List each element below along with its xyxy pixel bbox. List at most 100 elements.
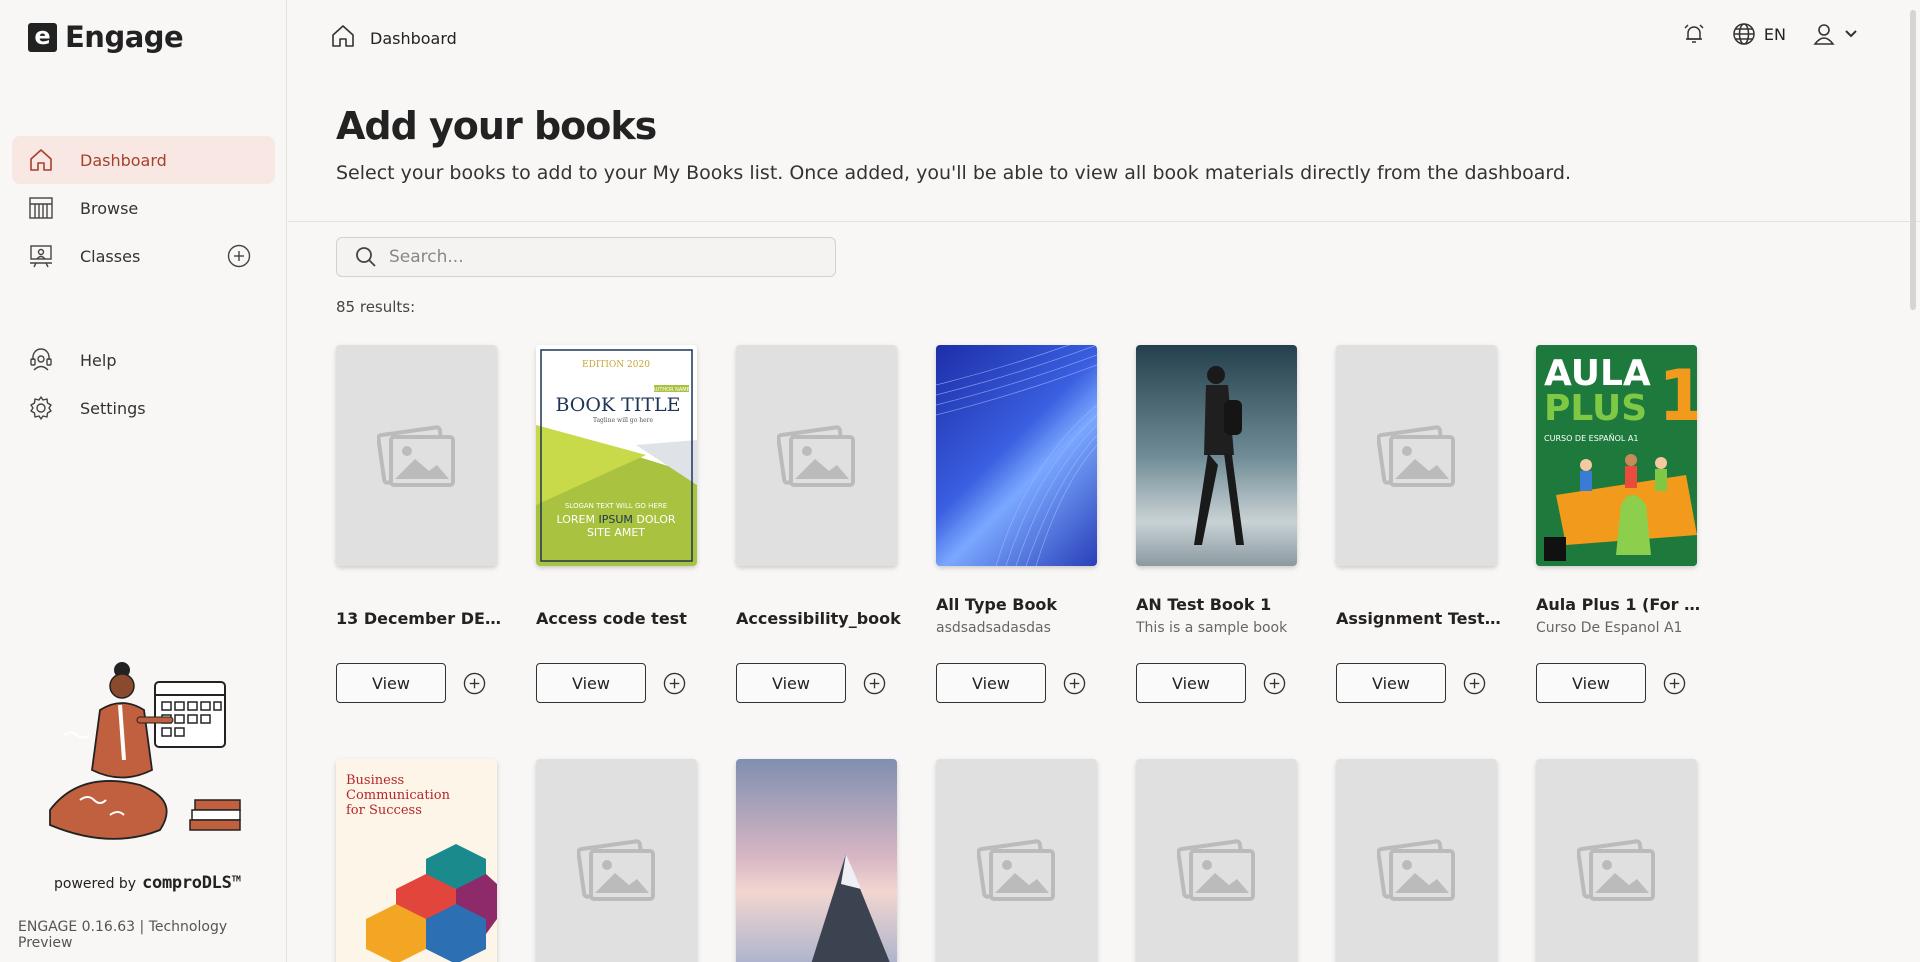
sidebar: e Engage Dashboard Browse Classes Help S… <box>0 0 287 962</box>
svg-text:for Success: for Success <box>346 803 422 818</box>
page-title: Add your books <box>336 104 657 148</box>
trademark: TM <box>231 874 241 884</box>
view-button[interactable]: View <box>1336 663 1446 703</box>
add-book-button[interactable] <box>663 672 686 695</box>
search-box[interactable] <box>336 237 836 277</box>
svg-text:SITE AMET: SITE AMET <box>587 526 645 539</box>
top-actions: EN <box>1682 22 1860 46</box>
user-menu-button[interactable] <box>1812 22 1860 46</box>
image-placeholder-icon <box>976 838 1055 901</box>
book-cover[interactable] <box>336 345 497 566</box>
svg-text:LOREM IPSUM DOLOR: LOREM IPSUM DOLOR <box>556 513 675 526</box>
image-placeholder-icon <box>1576 838 1655 901</box>
user-icon <box>1813 24 1835 45</box>
svg-text:CURSO DE ESPAÑOL A1: CURSO DE ESPAÑOL A1 <box>1544 433 1638 443</box>
image-placeholder-icon <box>776 424 855 487</box>
language-selector[interactable]: EN <box>1732 22 1786 46</box>
view-button[interactable]: View <box>1536 663 1646 703</box>
add-book-button[interactable] <box>1263 672 1286 695</box>
svg-text:Tagline will go here: Tagline will go here <box>593 417 654 424</box>
book-subtitle: asdsadsadasdas <box>936 620 1051 636</box>
book-card <box>1536 759 1697 962</box>
book-card <box>736 759 897 962</box>
svg-text:AUTHOR NAME: AUTHOR NAME <box>652 387 690 393</box>
search-icon <box>356 247 376 267</box>
book-card: Accessibility_book View <box>736 345 901 703</box>
book-cover[interactable] <box>936 345 1097 566</box>
view-button[interactable]: View <box>536 663 646 703</box>
book-cover[interactable] <box>1536 759 1697 962</box>
book-subtitle: Curso De Espanol A1 <box>1536 620 1683 636</box>
add-book-button[interactable] <box>863 672 886 695</box>
chevron-down-icon <box>1845 30 1857 38</box>
alarm-bell-icon <box>1684 24 1704 43</box>
aula-plus-cover-art: AULA PLUS 1 CURSO DE ESPAÑOL A1 <box>1536 345 1697 566</box>
sidebar-item-label: Browse <box>80 198 139 218</box>
svg-text:SLOGAN TEXT WILL GO HERE: SLOGAN TEXT WILL GO HERE <box>565 502 667 510</box>
powered-by: powered by comproDLSTM <box>54 873 241 893</box>
book-card: All Type Book asdsadsadasdas View <box>936 345 1097 703</box>
book-title: Assignment Testing <box>1336 609 1501 628</box>
globe-icon <box>1733 23 1755 45</box>
sidebar-item-label: Classes <box>80 246 141 266</box>
version-info: ENGAGE 0.16.63 | Technology Preview <box>18 919 228 951</box>
book-cover[interactable] <box>736 345 897 566</box>
app-logo[interactable]: e Engage <box>28 20 184 54</box>
add-book-button[interactable] <box>1463 672 1486 695</box>
classroom-icon <box>28 243 54 269</box>
sidebar-item-dashboard[interactable]: Dashboard <box>12 136 275 184</box>
svg-text:EDITION 2020: EDITION 2020 <box>582 360 650 370</box>
book-title-cover-art: EDITION 2020 AUTHOR NAME BOOK TITLE Tagl… <box>536 345 697 566</box>
sidebar-item-help[interactable]: Help <box>12 336 275 384</box>
sidebar-item-label: Settings <box>80 398 146 418</box>
bookshelf-icon <box>28 195 54 221</box>
hiker-cover-art <box>1194 366 1244 545</box>
add-book-button[interactable] <box>1063 672 1086 695</box>
blue-waves-cover-art <box>936 345 1097 566</box>
breadcrumb-label: Dashboard <box>370 28 457 48</box>
add-class-button[interactable] <box>226 243 252 269</box>
book-title: Accessibility_book <box>736 609 901 628</box>
notifications-button[interactable] <box>1682 22 1706 46</box>
book-card <box>936 759 1097 962</box>
help-desk-icon <box>28 347 54 373</box>
view-button[interactable]: View <box>736 663 846 703</box>
book-card: EDITION 2020 AUTHOR NAME BOOK TITLE Tagl… <box>536 345 697 703</box>
book-cover[interactable] <box>936 759 1097 962</box>
book-cover[interactable]: AULA PLUS 1 CURSO DE ESPAÑOL A1 <box>1536 345 1697 566</box>
book-title: Aula Plus 1 (For D... <box>1536 595 1701 614</box>
view-button[interactable]: View <box>936 663 1046 703</box>
book-cover[interactable] <box>736 759 897 962</box>
sidebar-item-settings[interactable]: Settings <box>12 384 275 432</box>
book-title: AN Test Book 1 <box>1136 595 1272 614</box>
book-cover[interactable]: EDITION 2020 AUTHOR NAME BOOK TITLE Tagl… <box>536 345 697 566</box>
book-cover[interactable] <box>1136 759 1297 962</box>
search-input[interactable] <box>389 247 809 267</box>
add-book-button[interactable] <box>1663 672 1686 695</box>
breadcrumb[interactable]: Dashboard <box>330 23 457 53</box>
view-button[interactable]: View <box>1136 663 1246 703</box>
powered-by-text: powered by <box>54 876 137 892</box>
book-cover[interactable]: Business Communication for Success <box>336 759 497 962</box>
book-cover[interactable] <box>1336 759 1497 962</box>
plus-circle-icon <box>227 244 251 268</box>
svg-text:BOOK TITLE: BOOK TITLE <box>555 394 680 416</box>
book-card <box>536 759 697 962</box>
book-card: Assignment Testing View <box>1336 345 1501 703</box>
gear-icon <box>28 395 54 421</box>
logo-mark-icon: e <box>28 22 57 52</box>
view-button[interactable]: View <box>336 663 446 703</box>
book-card: AN Test Book 1 This is a sample book Vie… <box>1136 345 1297 703</box>
book-title: 13 December DEv ... <box>336 609 501 628</box>
book-cover[interactable] <box>1336 345 1497 566</box>
book-cover[interactable] <box>1136 345 1297 566</box>
svg-text:1: 1 <box>1658 355 1697 437</box>
svg-text:Business: Business <box>346 773 404 788</box>
page-header: Add your books Select your books to add … <box>288 72 1920 222</box>
book-cover[interactable] <box>536 759 697 962</box>
image-placeholder-icon <box>376 424 455 487</box>
book-card: 13 December DEv ... View <box>336 345 501 703</box>
page-scrollbar[interactable] <box>1910 10 1916 310</box>
sidebar-item-browse[interactable]: Browse <box>12 184 275 232</box>
add-book-button[interactable] <box>463 672 486 695</box>
